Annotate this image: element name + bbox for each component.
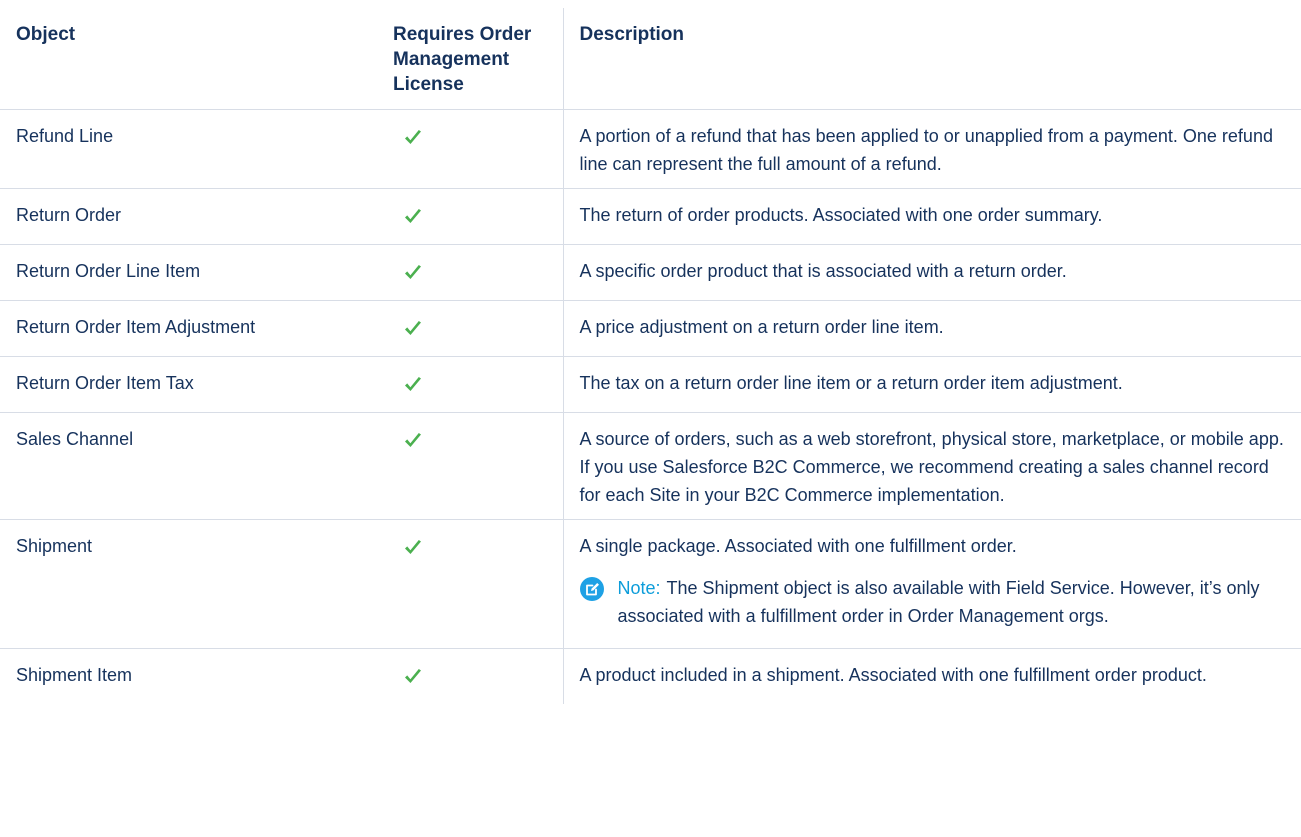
description-cell: A price adjustment on a return order lin… — [563, 300, 1301, 357]
description-cell: A source of orders, such as a web storef… — [563, 412, 1301, 520]
check-icon — [405, 433, 421, 447]
object-name: Return Order Line Item — [0, 244, 383, 301]
license-cell — [383, 648, 564, 704]
description-cell: A portion of a refund that has been appl… — [563, 109, 1301, 189]
object-name: Sales Channel — [0, 412, 383, 520]
table-header-row: Object Requires Order Management License… — [0, 8, 1301, 110]
table-row: Return Order The return of order product… — [0, 188, 1301, 245]
description-text: A product included in a shipment. Associ… — [579, 665, 1207, 685]
object-name: Shipment — [0, 519, 383, 649]
description-text: A source of orders, such as a web storef… — [579, 429, 1284, 505]
object-name: Return Order Item Adjustment — [0, 300, 383, 357]
license-cell — [383, 356, 564, 413]
description-text: A specific order product that is associa… — [579, 261, 1067, 281]
description-cell: A product included in a shipment. Associ… — [563, 649, 1301, 705]
object-name: Shipment Item — [16, 665, 133, 685]
header-requires-license: Requires Order Management License — [383, 8, 564, 110]
table-row: Return Order Item Tax The tax on a retur… — [0, 356, 1301, 413]
license-cell — [383, 300, 564, 357]
check-icon — [405, 209, 421, 223]
license-cell — [383, 519, 564, 649]
objects-table: Object Requires Order Management License… — [0, 8, 1301, 704]
description-cell: The return of order products. Associated… — [563, 188, 1301, 245]
license-cell — [383, 109, 564, 189]
check-icon — [405, 321, 421, 335]
check-icon — [405, 540, 421, 554]
description-text: The return of order products. Associated… — [579, 205, 1103, 225]
table-row: Sales Channel A source of orders, such a… — [0, 412, 1301, 520]
object-name: Return Order Item Tax — [0, 356, 383, 413]
object-name: Refund Line — [0, 109, 383, 189]
note-callout: Note: The Shipment object is also availab… — [579, 574, 1294, 630]
header-object: Object — [0, 8, 383, 110]
note-body: Note: The Shipment object is also availab… — [618, 574, 1294, 630]
note-label: Note: — [617, 578, 661, 598]
object-name: Return Order — [0, 188, 383, 245]
table-row: Return Order Line Item A specific order … — [0, 244, 1301, 301]
table-row: Refund Line A portion of a refund that h… — [0, 109, 1301, 189]
description-text: A single package. Associated with one fu… — [579, 536, 1017, 556]
description-cell: The tax on a return order line item or a… — [563, 356, 1301, 413]
description-text: A portion of a refund that has been appl… — [579, 126, 1273, 174]
table-row: Return Order Item Adjustment A price adj… — [0, 300, 1301, 357]
check-icon — [405, 377, 421, 391]
description-cell: A single package. Associated with one fu… — [563, 519, 1301, 649]
edit-note-icon — [579, 577, 604, 601]
check-icon — [405, 130, 421, 144]
header-description: Description — [563, 8, 1301, 110]
description-text: The tax on a return order line item or a… — [579, 373, 1123, 393]
check-icon — [405, 669, 421, 683]
table-row: Shipment A single package. Associated wi… — [0, 519, 1301, 649]
description-text: A price adjustment on a return order lin… — [579, 317, 944, 337]
table-row: Shipment Item A product included in a sh… — [0, 648, 1301, 705]
license-cell — [383, 188, 564, 245]
license-cell — [383, 412, 564, 520]
license-cell — [383, 244, 564, 301]
description-cell: A specific order product that is associa… — [563, 244, 1301, 301]
note-text: The Shipment object is also available wi… — [617, 578, 1260, 626]
check-icon — [405, 265, 421, 279]
